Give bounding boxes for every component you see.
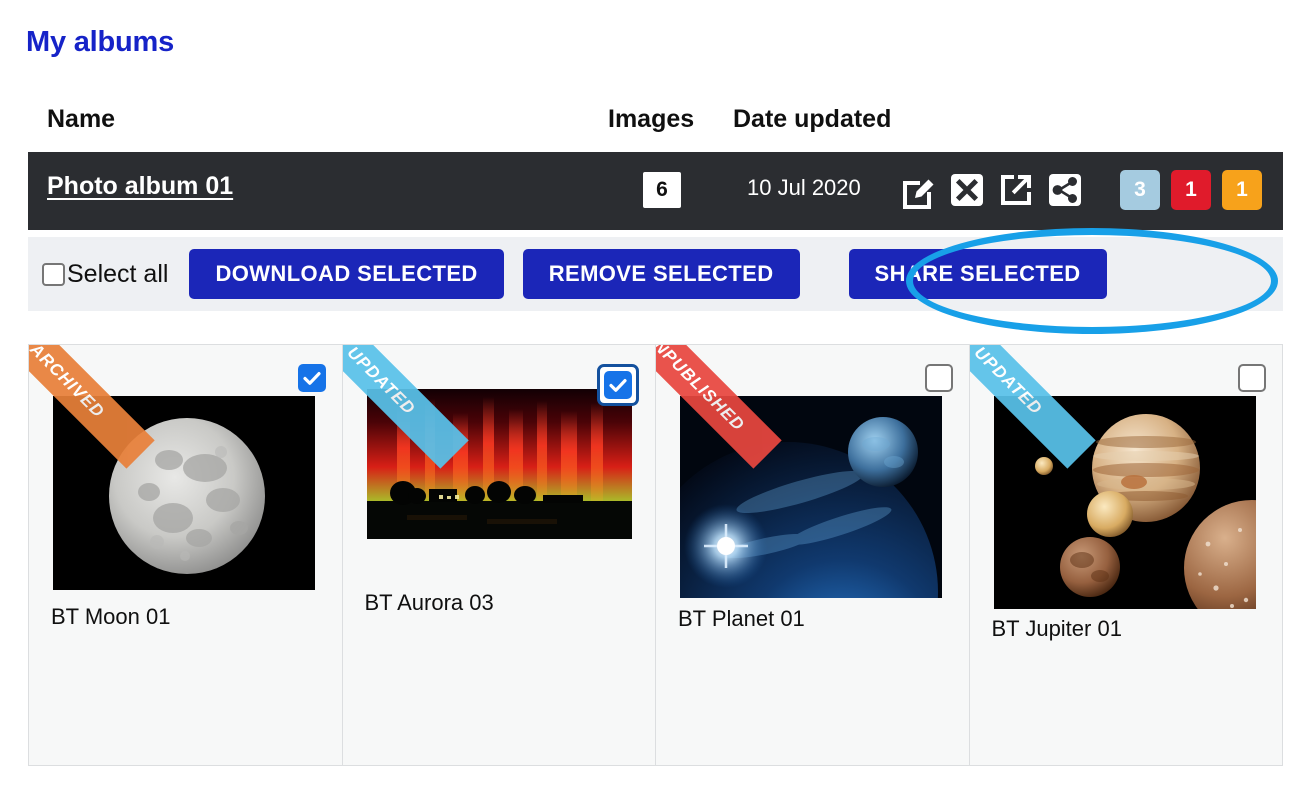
image-label: BT Planet 01 [678,606,805,631]
thumbnail-aurora[interactable] [366,389,632,539]
image-card[interactable]: ARCHIVED BT Moon 01 [29,345,343,765]
image-card[interactable]: UNPUBLISHED BT Planet 01 [656,345,970,765]
thumbnail-jupiter[interactable] [993,396,1256,609]
album-images-count: 6 [643,172,681,208]
my-albums-page: My albums Name Images Date updated Photo… [0,0,1308,795]
select-all-checkbox[interactable]: Select all [42,260,168,289]
thumbnail-moon[interactable] [53,396,315,590]
download-selected-button[interactable]: DOWNLOAD SELECTED [189,249,504,299]
checkbox-unchecked[interactable] [1238,364,1266,392]
image-card-grid: ARCHIVED BT Moon 01 UPDATED BT Aurora 03… [28,344,1283,766]
album-row-badges: 3 1 1 [1120,170,1262,210]
edit-icon[interactable] [898,170,938,210]
select-all-box[interactable] [42,262,65,286]
album-row-actions [898,170,1085,210]
image-select-checkbox[interactable] [1238,364,1266,392]
image-card[interactable]: UPDATED [342,345,656,765]
external-link-icon[interactable] [996,170,1036,210]
thumbnail-planet[interactable] [680,396,942,598]
archived-count-badge[interactable]: 1 [1222,170,1262,210]
image-label: BT Jupiter 01 [991,616,1122,641]
select-all-label: Select all [67,259,169,288]
album-name-link[interactable]: Photo album 01 [47,172,233,201]
remove-selected-button[interactable]: REMOVE SELECTED [522,249,800,299]
image-select-checkbox[interactable] [297,364,326,392]
table-column-headers: Name Images Date updated [0,105,1308,147]
selection-toolbar: Select all DOWNLOAD SELECTED REMOVE SELE… [28,237,1283,311]
column-header-name: Name [47,105,116,133]
page-title: My albums [26,26,175,58]
album-date-updated: 10 Jul 2020 [747,175,861,200]
close-icon[interactable] [947,170,987,210]
share-selected-button[interactable]: SHARE SELECTED [848,249,1107,299]
share-icon[interactable] [1045,170,1085,210]
column-header-date: Date updated [733,105,892,133]
checkbox-unchecked[interactable] [924,364,953,392]
updated-count-badge[interactable]: 3 [1120,170,1160,210]
image-card[interactable]: UPDATED [969,345,1282,765]
unpublished-count-badge[interactable]: 1 [1171,170,1211,210]
checkbox-checked[interactable] [297,364,326,392]
image-select-checkbox[interactable] [924,364,953,392]
column-header-images: Images [608,105,695,133]
checkbox-focus-ring [597,364,639,406]
album-row: Photo album 01 6 10 Jul 2020 3 1 1 [28,152,1283,230]
image-label: BT Aurora 03 [364,590,494,615]
image-label: BT Moon 01 [51,604,171,629]
checkbox-checked[interactable] [604,371,632,399]
image-select-checkbox[interactable] [597,364,639,406]
